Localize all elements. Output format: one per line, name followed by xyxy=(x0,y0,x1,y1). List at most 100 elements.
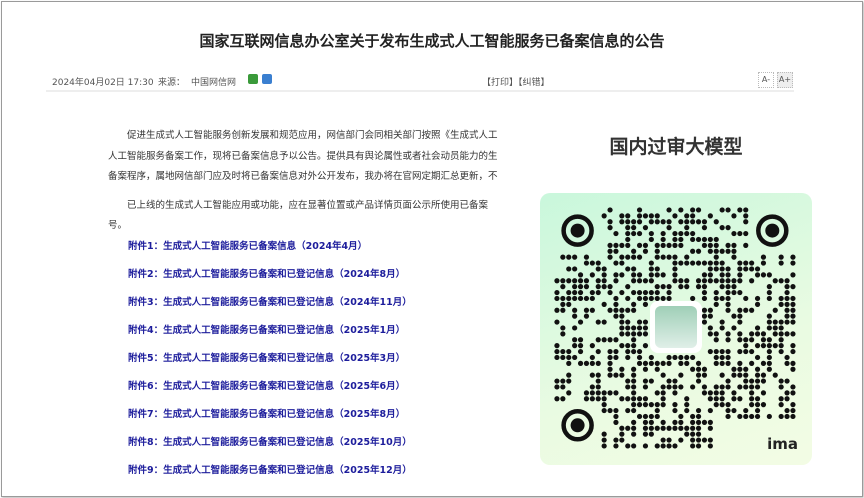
qr-module xyxy=(636,230,643,237)
qr-module xyxy=(607,360,613,366)
qr-module xyxy=(560,301,566,307)
qr-module xyxy=(790,319,796,325)
attachment-link[interactable]: 附件9：生成式人工智能服务已备案和已登记信息（2025年12月） xyxy=(128,462,412,490)
qr-module xyxy=(695,284,702,290)
qr-module xyxy=(631,254,637,260)
attachment-link[interactable]: 附件2：生成式人工智能服务已备案和已登记信息（2024年8月） xyxy=(128,266,412,294)
qr-module xyxy=(601,443,607,449)
qr-module xyxy=(560,331,566,337)
qr-module xyxy=(619,343,625,349)
qr-module xyxy=(784,354,790,361)
paragraph: 号。 xyxy=(108,220,128,231)
qr-module xyxy=(642,366,649,372)
qr-module xyxy=(731,278,737,284)
qr-module xyxy=(778,384,784,390)
qr-module xyxy=(725,307,731,313)
attachment-link[interactable]: 附件5：生成式人工智能服务已备案和已登记信息（2025年3月） xyxy=(128,350,412,378)
qr-module xyxy=(678,425,684,431)
attachment-link[interactable]: 附件7：生成式人工智能服务已备案和已登记信息（2025年8月） xyxy=(128,406,412,434)
attachment-link[interactable]: 附件8：生成式人工智能服务已备案和已登记信息（2025年10月） xyxy=(128,434,412,462)
qr-panel: 国内过审大模型 ima xyxy=(530,115,830,485)
qr-module xyxy=(760,272,767,278)
qr-module xyxy=(636,413,643,420)
attachment-link[interactable]: 附件4：生成式人工智能服务已备案和已登记信息（2025年1月） xyxy=(128,322,412,350)
qr-module xyxy=(778,295,784,302)
qr-module xyxy=(743,207,749,213)
qr-module xyxy=(701,390,708,396)
qr-module xyxy=(672,384,678,390)
qr-module xyxy=(619,219,625,225)
qr-module xyxy=(743,260,749,266)
qr-module xyxy=(719,225,725,231)
wechat-share-icon[interactable] xyxy=(248,74,258,84)
font-larger-button[interactable]: A+ xyxy=(777,72,793,88)
qr-module xyxy=(607,354,613,361)
qr-module xyxy=(577,289,584,296)
qr-module xyxy=(749,390,755,396)
qr-module xyxy=(725,242,731,248)
qr-module xyxy=(654,248,660,254)
qr-module xyxy=(613,407,619,414)
qr-module xyxy=(707,331,713,337)
qr-module xyxy=(719,284,725,290)
qr-module xyxy=(636,319,643,325)
qr-module xyxy=(690,219,696,225)
qr-module xyxy=(701,289,708,296)
font-smaller-button[interactable]: A- xyxy=(758,72,774,88)
qr-module xyxy=(625,396,631,402)
qr-module xyxy=(672,272,678,278)
qr-module xyxy=(690,443,696,449)
print-correct-links[interactable]: 【打印】【纠错】 xyxy=(482,75,550,88)
qr-module xyxy=(713,248,719,254)
qr-module xyxy=(719,272,725,278)
qr-module xyxy=(760,337,767,343)
qr-module xyxy=(737,372,743,378)
qr-code[interactable]: ima xyxy=(540,193,812,465)
qr-module xyxy=(743,213,749,219)
favorite-icon[interactable] xyxy=(262,74,272,84)
qr-module xyxy=(619,431,625,437)
qr-module xyxy=(636,396,643,402)
qr-module xyxy=(778,343,784,349)
qr-module xyxy=(589,360,595,366)
qr-module xyxy=(790,284,796,290)
attachment-link[interactable]: 附件6：生成式人工智能服务已备案和已登记信息（2025年6月） xyxy=(128,378,412,406)
qr-module xyxy=(601,431,607,437)
qr-module xyxy=(595,278,601,284)
qr-module xyxy=(642,301,649,307)
qr-module xyxy=(601,319,607,325)
qr-module xyxy=(625,225,631,231)
qr-module xyxy=(660,443,666,449)
qr-module xyxy=(743,337,749,343)
qr-module xyxy=(613,372,619,378)
qr-module xyxy=(601,266,607,272)
qr-module xyxy=(690,207,696,213)
qr-module xyxy=(719,260,725,266)
qr-module xyxy=(619,242,625,248)
qr-module xyxy=(625,348,631,355)
qr-module xyxy=(784,301,790,307)
qr-module xyxy=(731,396,737,402)
qr-module xyxy=(778,413,784,420)
qr-module xyxy=(725,337,731,343)
qr-module xyxy=(648,360,654,366)
qr-module xyxy=(701,278,708,284)
qr-module xyxy=(701,384,708,390)
qr-module xyxy=(790,413,796,420)
qr-module xyxy=(619,272,625,278)
qr-module xyxy=(672,236,678,243)
qr-module xyxy=(672,230,678,237)
attachment-link[interactable]: 附件1：生成式人工智能服务已备案信息（2024年4月） xyxy=(128,238,412,266)
qr-module xyxy=(654,390,660,396)
qr-module xyxy=(790,260,796,266)
qr-module xyxy=(707,236,713,243)
qr-module xyxy=(595,396,601,402)
qr-module xyxy=(713,402,719,408)
qr-module xyxy=(666,289,672,296)
qr-module xyxy=(690,354,696,361)
attachment-link[interactable]: 附件3：生成式人工智能服务已备案和已登记信息（2024年11月） xyxy=(128,294,412,322)
qr-module xyxy=(583,390,590,396)
qr-module xyxy=(636,295,643,302)
qr-module xyxy=(743,307,749,313)
qr-module xyxy=(631,266,637,272)
